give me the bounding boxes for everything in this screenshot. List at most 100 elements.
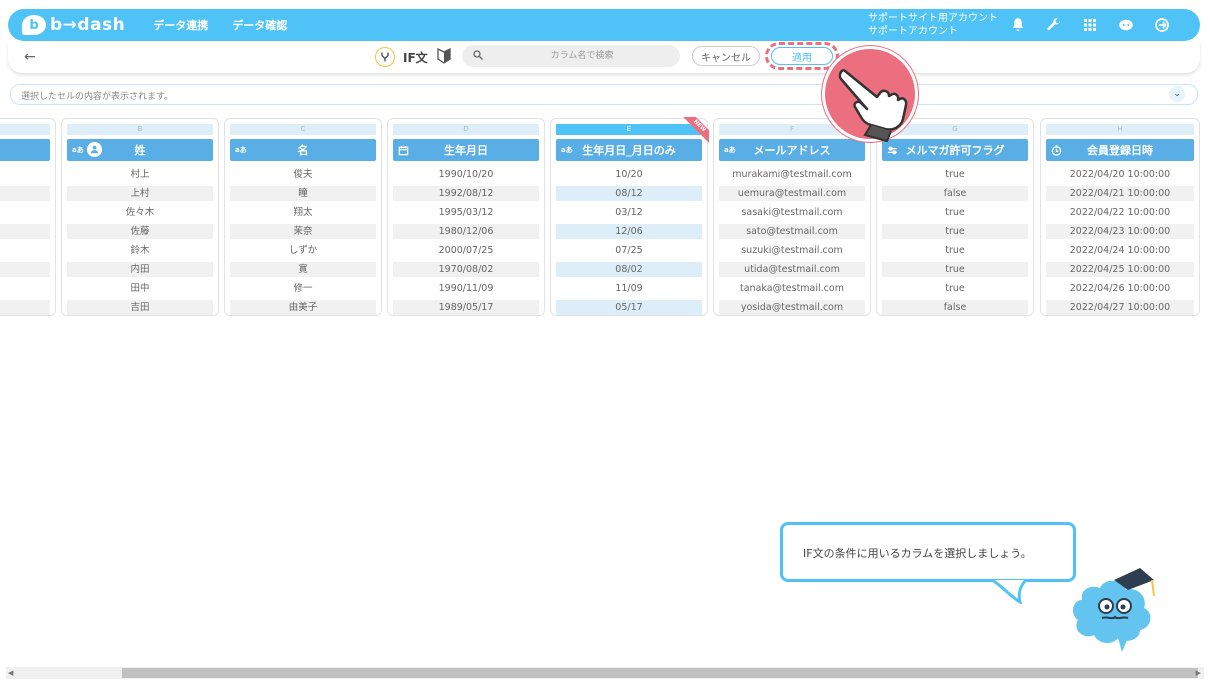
cancel-button[interactable]: キャンセル (692, 46, 760, 66)
table-cell[interactable]: 2022/04/24 10:00:00 (1046, 243, 1194, 258)
table-cell[interactable]: true (882, 224, 1028, 239)
table-cell[interactable]: 1980/12/06 (393, 224, 539, 239)
table-cell[interactable] (0, 300, 50, 315)
table-cell[interactable]: 2022/04/26 10:00:00 (1046, 281, 1194, 296)
chevron-down-icon[interactable]: ⌄ (1169, 86, 1185, 102)
table-cell[interactable]: 村上 (67, 167, 213, 182)
table-cell[interactable]: 田中 (67, 281, 213, 296)
table-cell[interactable]: 1992/08/12 (393, 186, 539, 201)
table-cell[interactable]: 上村 (67, 186, 213, 201)
table-cell[interactable]: 瞳 (230, 186, 376, 201)
table-cell[interactable]: yosida@testmail.com (719, 300, 865, 315)
table-cell[interactable] (0, 262, 50, 277)
apps-grid-icon[interactable] (1080, 16, 1100, 34)
column-header[interactable] (0, 139, 50, 161)
column-a[interactable] (0, 118, 56, 316)
nav-data-integration[interactable]: データ連携 (153, 17, 208, 33)
horizontal-scrollbar[interactable]: ◀ ▶ (6, 667, 1204, 679)
table-cell[interactable]: 1990/11/09 (393, 281, 539, 296)
table-cell[interactable]: 1995/03/12 (393, 205, 539, 220)
b-dash-logo[interactable]: b b→dash (22, 15, 125, 35)
scroll-left-arrow-icon[interactable]: ◀ (8, 669, 13, 677)
table-cell[interactable]: 内田 (67, 262, 213, 277)
table-cell[interactable]: 2022/04/23 10:00:00 (1046, 224, 1194, 239)
column-search-input[interactable] (492, 45, 672, 67)
table-cell[interactable]: 2022/04/21 10:00:00 (1046, 186, 1194, 201)
table-cell[interactable]: true (882, 167, 1028, 182)
table-cell[interactable]: utida@testmail.com (719, 262, 865, 277)
nav-data-check[interactable]: データ確認 (232, 17, 287, 33)
table-cell[interactable]: 1970/08/02 (393, 262, 539, 277)
table-cell[interactable] (0, 224, 50, 239)
table-cell[interactable]: sato@testmail.com (719, 224, 865, 239)
column-header[interactable]: 会員登録日時 (1046, 139, 1194, 161)
table-cell[interactable]: tanaka@testmail.com (719, 281, 865, 296)
beginner-mark-icon[interactable] (437, 47, 451, 64)
table-cell[interactable]: 2022/04/20 10:00:00 (1046, 167, 1194, 182)
table-cell[interactable]: 05/17 (556, 300, 702, 315)
table-cell[interactable]: 佐藤 (67, 224, 213, 239)
table-cell[interactable]: しずか (230, 243, 376, 258)
table-cell[interactable]: 2000/07/25 (393, 243, 539, 258)
back-arrow-icon[interactable]: ← (24, 49, 36, 65)
table-cell[interactable]: 08/02 (556, 262, 702, 277)
table-cell[interactable]: 1989/05/17 (393, 300, 539, 315)
table-cell[interactable]: 吉田 (67, 300, 213, 315)
table-cell[interactable]: true (882, 262, 1028, 277)
bell-icon[interactable] (1008, 16, 1028, 34)
table-cell[interactable]: 2022/04/27 10:00:00 (1046, 300, 1194, 315)
table-cell[interactable] (0, 205, 50, 220)
column-d[interactable]: D 生年月日 1990/10/20 1992/08/12 1995/03/12 … (387, 118, 545, 316)
table-cell[interactable]: 11/09 (556, 281, 702, 296)
column-h[interactable]: H 会員登録日時 2022/04/20 10:00:00 2022/04/21 … (1040, 118, 1200, 316)
table-cell[interactable]: 翔太 (230, 205, 376, 220)
account-info[interactable]: サポートサイト用アカウント サポートアカウント (868, 12, 998, 38)
column-header[interactable]: aあ 名 (230, 139, 376, 161)
table-cell[interactable]: 08/12 (556, 186, 702, 201)
scroll-right-arrow-icon[interactable]: ▶ (1196, 669, 1201, 677)
column-c[interactable]: C aあ 名 俊夫 瞳 翔太 茉奈 しずか 寛 修一 由美子 (224, 118, 382, 316)
column-f[interactable]: F aあ メールアドレス murakami@testmail.com uemur… (713, 118, 871, 316)
table-cell[interactable]: uemura@testmail.com (719, 186, 865, 201)
column-b[interactable]: B aあ 姓 村上 上村 佐々木 佐藤 鈴木 内田 田中 吉田 (61, 118, 219, 316)
apply-button[interactable]: 適用 (771, 47, 833, 65)
table-cell[interactable]: true (882, 205, 1028, 220)
table-cell[interactable]: 2022/04/22 10:00:00 (1046, 205, 1194, 220)
table-cell[interactable]: sasaki@testmail.com (719, 205, 865, 220)
column-g[interactable]: G メルマガ許可フラグ true false true true true tr… (876, 118, 1034, 316)
column-header[interactable]: 生年月日 (393, 139, 539, 161)
cell-content-bar[interactable]: 選択したセルの内容が表示されます。 ⌄ (10, 84, 1198, 105)
column-header[interactable]: aあ 生年月日_月日のみ (556, 139, 702, 161)
table-cell[interactable]: murakami@testmail.com (719, 167, 865, 182)
table-cell[interactable]: 佐々木 (67, 205, 213, 220)
scrollbar-thumb[interactable] (122, 668, 1198, 678)
table-cell[interactable]: 俊夫 (230, 167, 376, 182)
table-cell[interactable]: 鈴木 (67, 243, 213, 258)
table-cell[interactable]: true (882, 243, 1028, 258)
wrench-icon[interactable] (1044, 16, 1064, 34)
table-cell[interactable]: 2022/04/25 10:00:00 (1046, 262, 1194, 277)
table-cell[interactable] (0, 243, 50, 258)
support-chat-icon[interactable] (1116, 16, 1136, 34)
table-cell[interactable]: 12/06 (556, 224, 702, 239)
table-cell[interactable]: false (882, 300, 1028, 315)
table-cell[interactable]: suzuki@testmail.com (719, 243, 865, 258)
table-cell[interactable]: 修一 (230, 281, 376, 296)
table-cell[interactable]: true (882, 281, 1028, 296)
table-cell[interactable]: 茉奈 (230, 224, 376, 239)
logout-icon[interactable] (1152, 16, 1172, 34)
clock-icon (1051, 145, 1062, 158)
table-cell[interactable]: 03/12 (556, 205, 702, 220)
table-cell[interactable]: 10/20 (556, 167, 702, 182)
table-cell[interactable] (0, 167, 50, 182)
table-cell[interactable] (0, 281, 50, 296)
table-cell[interactable]: 由美子 (230, 300, 376, 315)
column-e[interactable]: E NEW aあ 生年月日_月日のみ 10/20 08/12 03/12 12/… (550, 117, 709, 316)
table-cell[interactable]: 1990/10/20 (393, 167, 539, 182)
table-cell[interactable]: false (882, 186, 1028, 201)
column-header[interactable]: aあ 姓 (67, 139, 213, 161)
table-cell[interactable]: 寛 (230, 262, 376, 277)
table-cell[interactable] (0, 186, 50, 201)
table-cell[interactable]: 07/25 (556, 243, 702, 258)
column-title: 会員登録日時 (1087, 144, 1153, 157)
